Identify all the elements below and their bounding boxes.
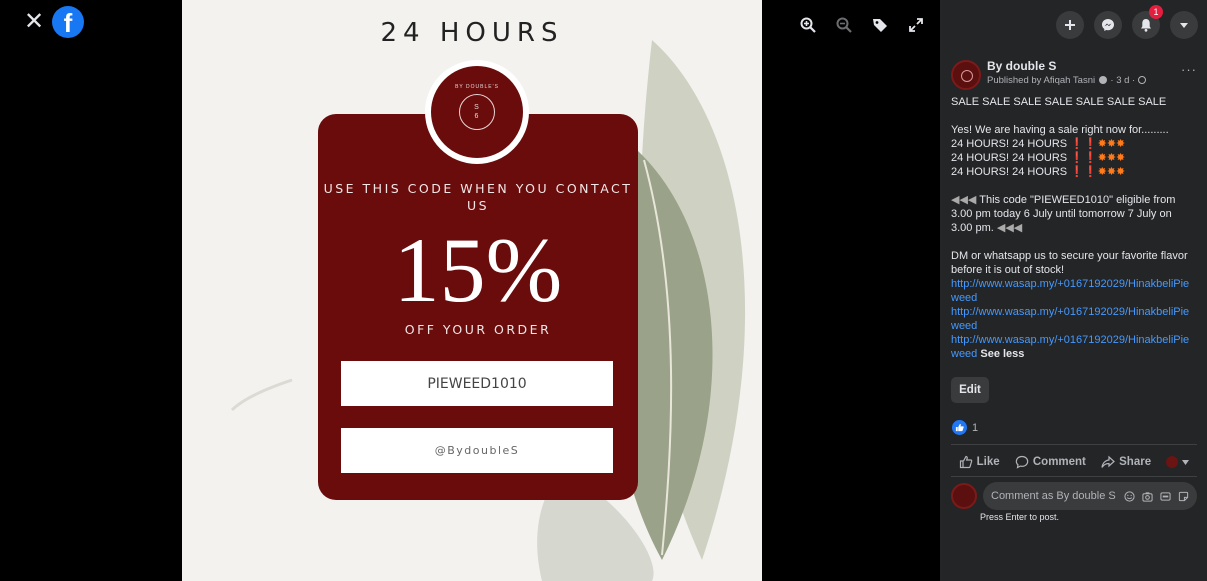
post-text: SALE SALE SALE SALE SALE SALE SALE Yes! … <box>951 95 1196 361</box>
facebook-logo[interactable]: f <box>52 6 84 38</box>
notification-count-badge: 1 <box>1149 5 1163 19</box>
off-your-order-text: OFF YOUR ORDER <box>404 322 552 337</box>
post-actions: Like Comment Share <box>951 450 1197 474</box>
tag-icon[interactable] <box>869 14 891 36</box>
badge-letter: S <box>474 104 480 111</box>
exclamation-emoji: ❗❗ <box>1070 138 1098 150</box>
post-image: 24 HOURS BY DOUBLE'S S 6 USE THIS CODE W… <box>182 0 762 581</box>
commenter-avatar[interactable] <box>951 483 977 509</box>
emoji-icon[interactable] <box>1124 490 1135 502</box>
like-button[interactable]: Like <box>959 455 1000 469</box>
post-time[interactable]: · 3 d · <box>1110 75 1135 86</box>
post-line: 24 HOURS! 24 HOURS ❗❗✸✸✸ <box>951 138 1126 150</box>
press-enter-hint: Press Enter to post. <box>980 512 1060 522</box>
divider <box>951 476 1197 477</box>
comment-composer: Comment as By double S <box>951 482 1197 510</box>
post-line: DM or whatsapp us to secure your favorit… <box>951 250 1188 276</box>
badge-text: BY DOUBLE'S <box>455 84 499 90</box>
published-by: Published by Afiqah Tasni · 3 d · <box>987 75 1146 86</box>
close-icon[interactable]: ✕ <box>22 10 46 34</box>
account-menu-chevron-icon[interactable] <box>1170 11 1198 39</box>
see-less-link[interactable]: See less <box>980 348 1024 360</box>
sparkle-emoji: ✸✸✸ <box>1097 166 1126 178</box>
image-viewer-area: ✕ f 24 HOURS BY DOUBLE'S S 6 USE THIS CO… <box>0 0 940 581</box>
comment-input[interactable]: Comment as By double S <box>983 482 1197 510</box>
post-line: SALE SALE SALE SALE SALE SALE SALE <box>951 96 1167 108</box>
reactions-summary[interactable]: 1 <box>952 420 978 435</box>
megaphone-emoji: ◀◀◀ <box>993 222 1023 234</box>
like-reaction-icon <box>952 420 967 435</box>
badge-ring <box>459 94 495 130</box>
badge-number: 6 <box>474 113 480 120</box>
brand-badge: BY DOUBLE'S S 6 <box>425 60 529 164</box>
chevron-down-icon <box>1182 459 1190 465</box>
thumbs-up-icon <box>959 455 972 469</box>
exclamation-emoji: ❗❗ <box>1070 152 1098 164</box>
globe-icon <box>1137 76 1146 84</box>
camera-icon[interactable] <box>1142 491 1153 502</box>
promo-code-box: PIEWEED1010 <box>341 361 613 406</box>
create-plus-icon[interactable] <box>1056 11 1084 39</box>
like-label: Like <box>976 456 1000 468</box>
whatsapp-link[interactable]: http://www.wasap.my/+0167192029/Hinakbel… <box>951 306 1189 332</box>
page-name[interactable]: By double S <box>987 59 1056 73</box>
comment-bubble-icon <box>1015 455 1029 469</box>
post-header: By double S Published by Afiqah Tasni · … <box>951 58 1197 92</box>
comment-tools <box>1124 490 1189 502</box>
comment-label: Comment <box>1032 456 1086 468</box>
post-line: ◀◀◀ This code "PIEWEED1010" eligible fro… <box>951 194 1176 234</box>
use-code-text: USE THIS CODE WHEN YOU CONTACT US <box>323 181 633 213</box>
divider <box>951 444 1197 445</box>
comment-placeholder: Comment as By double S <box>991 490 1116 502</box>
page-avatar[interactable] <box>951 60 981 90</box>
more-options-icon[interactable]: ··· <box>1181 62 1197 77</box>
publisher-text[interactable]: Published by Afiqah Tasni <box>987 75 1095 86</box>
react-as-selector[interactable] <box>1166 456 1190 468</box>
whatsapp-link[interactable]: http://www.wasap.my/+0167192029/Hinakbel… <box>951 278 1189 304</box>
edit-button[interactable]: Edit <box>951 377 989 403</box>
post-line: Yes! We are having a sale right now for.… <box>951 124 1169 136</box>
photo-viewer: ✕ f 24 HOURS BY DOUBLE'S S 6 USE THIS CO… <box>0 0 1207 581</box>
fullscreen-icon[interactable] <box>905 14 927 36</box>
share-label: Share <box>1119 456 1152 468</box>
comment-button[interactable]: Comment <box>1015 455 1086 469</box>
post-line: 24 HOURS! 24 HOURS ❗❗✸✸✸ <box>951 166 1126 178</box>
megaphone-emoji: ◀◀◀ <box>951 194 980 206</box>
viewer-toolbar <box>797 14 927 36</box>
sticker-icon[interactable] <box>1178 491 1189 502</box>
poster-title: 24 HOURS <box>380 18 564 48</box>
messenger-icon[interactable] <box>1094 11 1122 39</box>
share-arrow-icon <box>1101 455 1116 468</box>
share-button[interactable]: Share <box>1101 455 1151 469</box>
post-line: 24 HOURS! 24 HOURS ❗❗✸✸✸ <box>951 152 1126 164</box>
gif-icon[interactable] <box>1160 491 1171 502</box>
post-sidebar: 1 By double S Published by Afiqah Tasni … <box>940 0 1207 581</box>
zoom-in-icon[interactable] <box>797 14 819 36</box>
header-actions: 1 <box>1056 5 1198 39</box>
sparkle-emoji: ✸✸✸ <box>1097 138 1126 150</box>
discount-percent: 15% <box>393 219 563 321</box>
like-count: 1 <box>972 421 979 434</box>
sparkle-emoji: ✸✸✸ <box>1097 152 1126 164</box>
page-avatar-small <box>1166 456 1179 468</box>
zoom-out-icon[interactable] <box>833 14 855 36</box>
handle-box: @BydoubleS <box>341 428 613 473</box>
notifications-bell-icon[interactable]: 1 <box>1132 5 1163 39</box>
exclamation-emoji: ❗❗ <box>1070 166 1098 178</box>
info-icon[interactable] <box>1098 76 1107 84</box>
